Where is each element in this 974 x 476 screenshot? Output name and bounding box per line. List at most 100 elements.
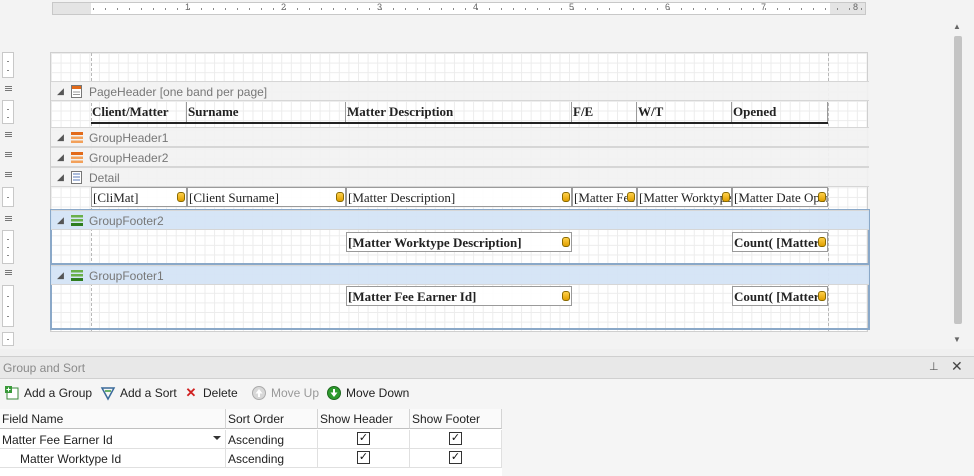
- move-up-button[interactable]: Move Up: [251, 383, 319, 403]
- page-header-band-icon: [71, 85, 82, 98]
- band-resize-grip[interactable]: [5, 152, 12, 157]
- band-resize-grip[interactable]: [5, 132, 12, 137]
- ruler-tick: [429, 8, 430, 10]
- ruler-number: 6: [665, 2, 671, 12]
- field-name-cell[interactable]: Matter Fee Earner Id: [0, 430, 226, 449]
- smart-tag-icon[interactable]: [336, 192, 344, 202]
- table-row[interactable]: Matter Fee Earner Id Ascending ✓ ✓: [0, 430, 502, 449]
- ruler-tick: [549, 8, 550, 10]
- footer2-cell-count[interactable]: Count( [Matter: [732, 232, 828, 252]
- move-down-button[interactable]: Move Down: [326, 383, 409, 403]
- smart-tag-icon[interactable]: [818, 192, 826, 202]
- ruler-tick: [369, 8, 370, 10]
- band-resize-grip[interactable]: [5, 86, 12, 91]
- smart-tag-icon[interactable]: [818, 237, 826, 247]
- band-page-header[interactable]: ◢ PageHeader [one band per page]: [51, 81, 869, 101]
- scroll-thumb[interactable]: [954, 36, 962, 324]
- band-group-footer2[interactable]: ◢ GroupFooter2: [51, 210, 869, 230]
- field-name-cell[interactable]: Matter Worktype Id: [0, 449, 226, 468]
- scroll-down-icon[interactable]: ▼: [953, 335, 961, 344]
- collapse-triangle-icon[interactable]: ◢: [57, 172, 64, 183]
- band-group-header1[interactable]: ◢ GroupHeader1: [51, 127, 869, 147]
- design-surface: 1 2 3 4 5 6 7 8 ▲ ▼ ◢ PageHeader [one ba…: [0, 0, 974, 349]
- show-footer-checkbox[interactable]: ✓: [449, 451, 462, 464]
- show-header-checkbox[interactable]: ✓: [357, 451, 370, 464]
- ruler-tick: [345, 8, 346, 10]
- detail-cell-climat[interactable]: [CliMat]: [91, 187, 187, 207]
- detail-cell-client-surname[interactable]: [Client Surname]: [187, 187, 346, 207]
- group-header-band-icon: [71, 152, 83, 163]
- column-header-show-header[interactable]: Show Header: [318, 409, 410, 429]
- band-group-header2[interactable]: ◢ GroupHeader2: [51, 147, 869, 167]
- report-page: ◢ PageHeader [one band per page] Client/…: [50, 52, 870, 332]
- detail-cell-fee-earner[interactable]: [Matter Fee Earner: [572, 187, 637, 207]
- chevron-down-icon[interactable]: [213, 436, 221, 440]
- collapse-triangle-icon[interactable]: ◢: [57, 215, 64, 226]
- footer1-cell-fee-earner-id[interactable]: [Matter Fee Earner Id]: [346, 286, 572, 306]
- scroll-up-icon[interactable]: ▲: [953, 22, 961, 31]
- show-header-checkbox[interactable]: ✓: [357, 432, 370, 445]
- ruler-tick: [285, 8, 286, 10]
- header-cell-matter-description[interactable]: Matter Description: [346, 102, 572, 122]
- ruler-tick: [141, 8, 142, 10]
- smart-tag-icon[interactable]: [627, 192, 635, 202]
- ruler-tick: [777, 8, 778, 10]
- header-cell-wt[interactable]: W/T: [637, 102, 732, 122]
- collapse-triangle-icon[interactable]: ◢: [57, 270, 64, 281]
- ruler-number: 1: [185, 2, 191, 12]
- close-icon[interactable]: ✕: [951, 358, 963, 375]
- header-cell-client-matter[interactable]: Client/Matter: [91, 102, 187, 122]
- ruler-tick: [201, 8, 202, 10]
- ruler-tick: [93, 8, 94, 10]
- header-cell-surname[interactable]: Surname: [187, 102, 346, 122]
- vertical-scrollbar[interactable]: ▲ ▼: [951, 20, 965, 349]
- ruler-tick: [525, 8, 526, 10]
- smart-tag-icon[interactable]: [722, 192, 730, 202]
- band-resize-grip[interactable]: [5, 172, 12, 177]
- collapse-triangle-icon[interactable]: ◢: [57, 86, 64, 97]
- band-detail[interactable]: ◢ Detail: [51, 167, 869, 187]
- delete-button[interactable]: ✕ Delete: [183, 383, 238, 403]
- collapse-triangle-icon[interactable]: ◢: [57, 152, 64, 163]
- band-resize-grip[interactable]: [5, 270, 12, 275]
- table-row[interactable]: Matter Worktype Id Ascending ✓ ✓: [0, 449, 502, 468]
- ruler-tick: [513, 8, 514, 10]
- column-header-sort-order[interactable]: Sort Order: [226, 409, 318, 429]
- smart-tag-icon[interactable]: [818, 291, 826, 301]
- column-header-show-footer[interactable]: Show Footer: [410, 409, 502, 429]
- show-footer-checkbox[interactable]: ✓: [449, 432, 462, 445]
- add-sort-button[interactable]: Add a Sort: [100, 383, 177, 403]
- detail-cell-matter-description[interactable]: [Matter Description]: [346, 187, 572, 207]
- smart-tag-icon[interactable]: [177, 192, 185, 202]
- smart-tag-icon[interactable]: [562, 237, 570, 247]
- band-group-footer1[interactable]: ◢ GroupFooter1: [51, 265, 869, 285]
- cell-text: Count( [Matter: [734, 235, 820, 250]
- ruler-tick: [189, 8, 190, 10]
- horizontal-ruler: 1 2 3 4 5 6 7 8: [52, 2, 866, 15]
- ruler-tick: [309, 8, 310, 10]
- ruler-tick: [477, 8, 478, 10]
- cell-text: [CliMat]: [93, 190, 139, 205]
- band-name: GroupFooter1: [89, 269, 164, 283]
- sort-order-cell[interactable]: Ascending: [226, 430, 318, 449]
- pin-icon[interactable]: ⊥: [929, 360, 939, 373]
- vertical-ruler: [2, 52, 14, 348]
- collapse-triangle-icon[interactable]: ◢: [57, 132, 64, 143]
- smart-tag-icon[interactable]: [562, 291, 570, 301]
- detail-cell-worktype[interactable]: [Matter Worktype: [637, 187, 732, 207]
- ruler-tick: [753, 8, 754, 10]
- sort-order-cell[interactable]: Ascending: [226, 449, 318, 468]
- ruler-number: 7: [761, 2, 767, 12]
- field-name-value: Matter Fee Earner Id: [2, 433, 113, 447]
- add-group-button[interactable]: Add a Group: [4, 383, 92, 403]
- header-cell-opened[interactable]: Opened: [732, 102, 828, 122]
- footer1-cell-count[interactable]: Count( [Matter: [732, 286, 828, 306]
- vruler-segment: [2, 100, 14, 124]
- footer2-cell-worktype-description[interactable]: [Matter Worktype Description]: [346, 232, 572, 252]
- band-resize-grip[interactable]: [5, 216, 12, 221]
- header-cell-fe[interactable]: F/E: [572, 102, 637, 122]
- column-header-field-name[interactable]: Field Name: [0, 409, 226, 429]
- ruler-tick: [705, 8, 706, 10]
- smart-tag-icon[interactable]: [562, 192, 570, 202]
- detail-cell-date-opened[interactable]: [Matter Date Opened]: [732, 187, 828, 207]
